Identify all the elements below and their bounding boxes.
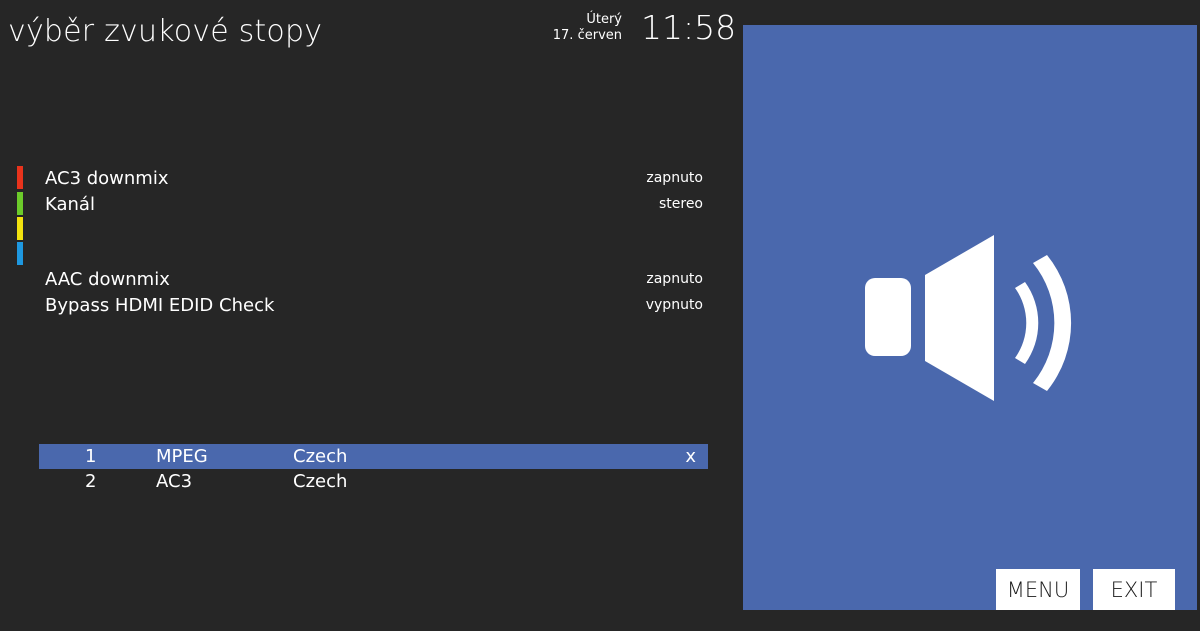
yellow-key-indicator (17, 217, 23, 240)
track-row-selected[interactable]: 1 MPEG Czech x (39, 444, 708, 469)
exit-button[interactable]: EXIT (1093, 569, 1175, 610)
option-aac-downmix[interactable]: AAC downmix zapnuto (45, 266, 703, 292)
track-language: Czech (293, 471, 348, 492)
option-value: vypnuto (645, 297, 703, 313)
option-bypass-hdmi-edid[interactable]: Bypass HDMI EDID Check vypnuto (45, 292, 703, 318)
option-label: AAC downmix (45, 268, 170, 290)
day-label: Úterý (586, 12, 622, 27)
page-title: výběr zvukové stopy (8, 14, 323, 49)
track-row[interactable]: 2 AC3 Czech (39, 469, 708, 494)
audio-track-selection-screen: výběr zvukové stopy Úterý 17. červen 11:… (0, 0, 1200, 631)
track-language: Czech (293, 446, 348, 467)
date-label: 17. červen (552, 28, 622, 43)
option-label: Kanál (45, 193, 95, 215)
track-codec: MPEG (156, 446, 208, 467)
track-number: 2 (85, 471, 97, 492)
track-codec: AC3 (156, 471, 193, 492)
option-value: stereo (658, 196, 703, 212)
track-number: 1 (85, 446, 97, 467)
red-key-indicator (17, 166, 23, 189)
option-label: Bypass HDMI EDID Check (45, 294, 275, 316)
date-display: Úterý 17. červen (553, 12, 622, 44)
speaker-icon (865, 235, 1072, 401)
option-value: zapnuto (646, 271, 703, 287)
option-label: AC3 downmix (45, 167, 169, 189)
active-track-mark: x (685, 446, 696, 467)
blue-key-indicator (17, 242, 23, 265)
menu-button[interactable]: MENU (996, 569, 1080, 610)
preview-panel: MENU EXIT (743, 25, 1197, 610)
clock: 11:58 (641, 8, 737, 47)
option-channel[interactable]: Kanál stereo (45, 191, 703, 217)
option-value: zapnuto (646, 170, 703, 186)
option-ac3-downmix[interactable]: AC3 downmix zapnuto (45, 165, 703, 191)
green-key-indicator (17, 192, 23, 215)
